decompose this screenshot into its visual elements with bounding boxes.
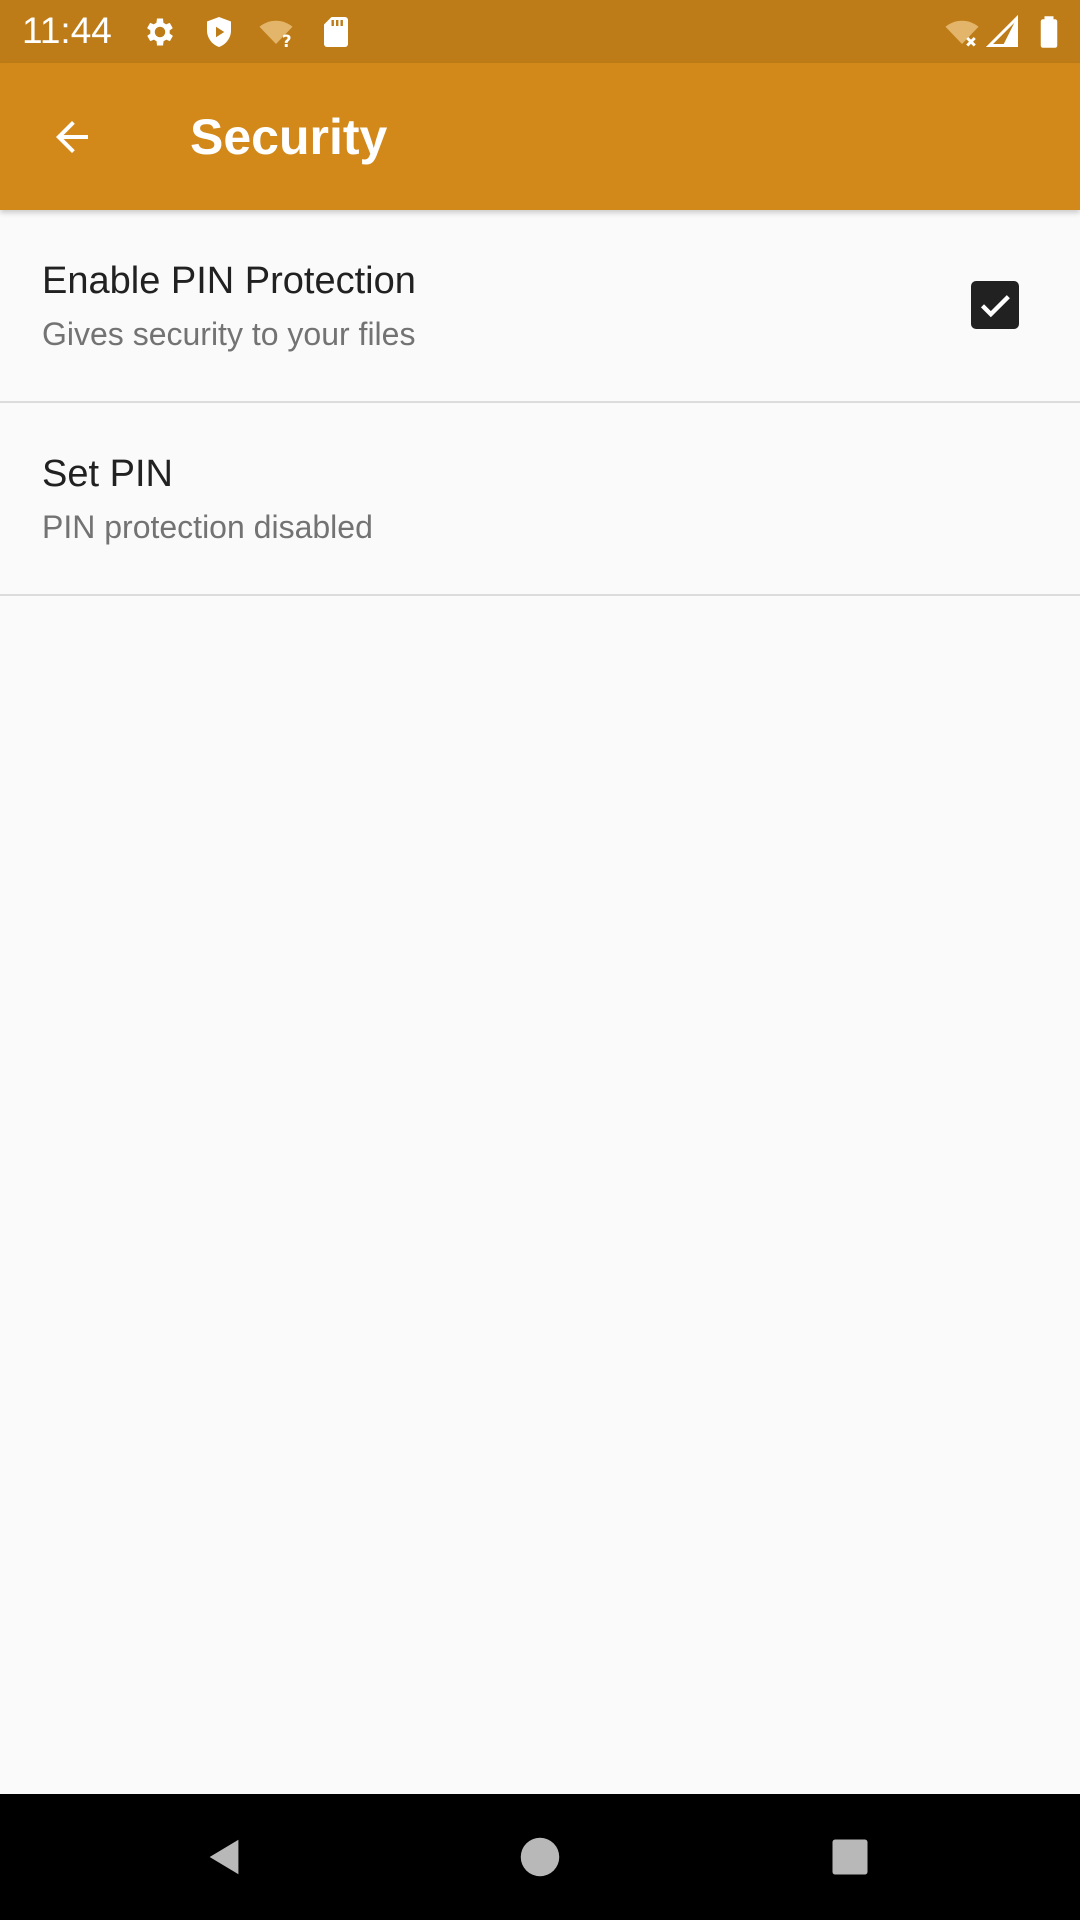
pin-protection-checkbox[interactable] <box>971 281 1019 329</box>
back-triangle-icon <box>209 1839 239 1875</box>
recents-square-icon <box>832 1839 868 1875</box>
status-time: 11:44 <box>22 10 112 51</box>
checkmark-icon <box>980 295 1010 318</box>
pref-title: Enable PIN Protection <box>42 260 416 302</box>
arrow-back-icon <box>56 121 88 153</box>
wifi-question-icon: ? <box>259 20 293 50</box>
pref-title: Set PIN <box>42 453 173 495</box>
pref-enable-pin-protection[interactable]: Enable PIN Protection Gives security to … <box>0 210 1080 403</box>
preference-list: Enable PIN Protection Gives security to … <box>0 210 1080 596</box>
wifi-x-icon <box>945 20 979 47</box>
battery-icon <box>1040 16 1058 48</box>
navigation-bar <box>0 1794 1080 1920</box>
back-button[interactable] <box>36 101 108 173</box>
app-bar: Security <box>0 63 1080 210</box>
nav-back-button[interactable] <box>195 1827 255 1887</box>
pref-summary: PIN protection disabled <box>42 509 373 545</box>
sd-card-icon <box>324 17 348 47</box>
page-title: Security <box>190 109 388 165</box>
pref-set-pin[interactable]: Set PIN PIN protection disabled <box>0 403 1080 596</box>
nav-home-button[interactable] <box>510 1827 570 1887</box>
status-bar: 11:44 ? <box>0 0 1080 63</box>
signal-icon <box>985 14 1018 47</box>
shield-icon <box>207 17 231 47</box>
gear-icon <box>147 18 173 46</box>
svg-text:?: ? <box>282 32 292 50</box>
pref-summary: Gives security to your files <box>42 316 416 352</box>
home-circle-icon <box>520 1837 560 1877</box>
nav-recents-button[interactable] <box>820 1827 880 1887</box>
